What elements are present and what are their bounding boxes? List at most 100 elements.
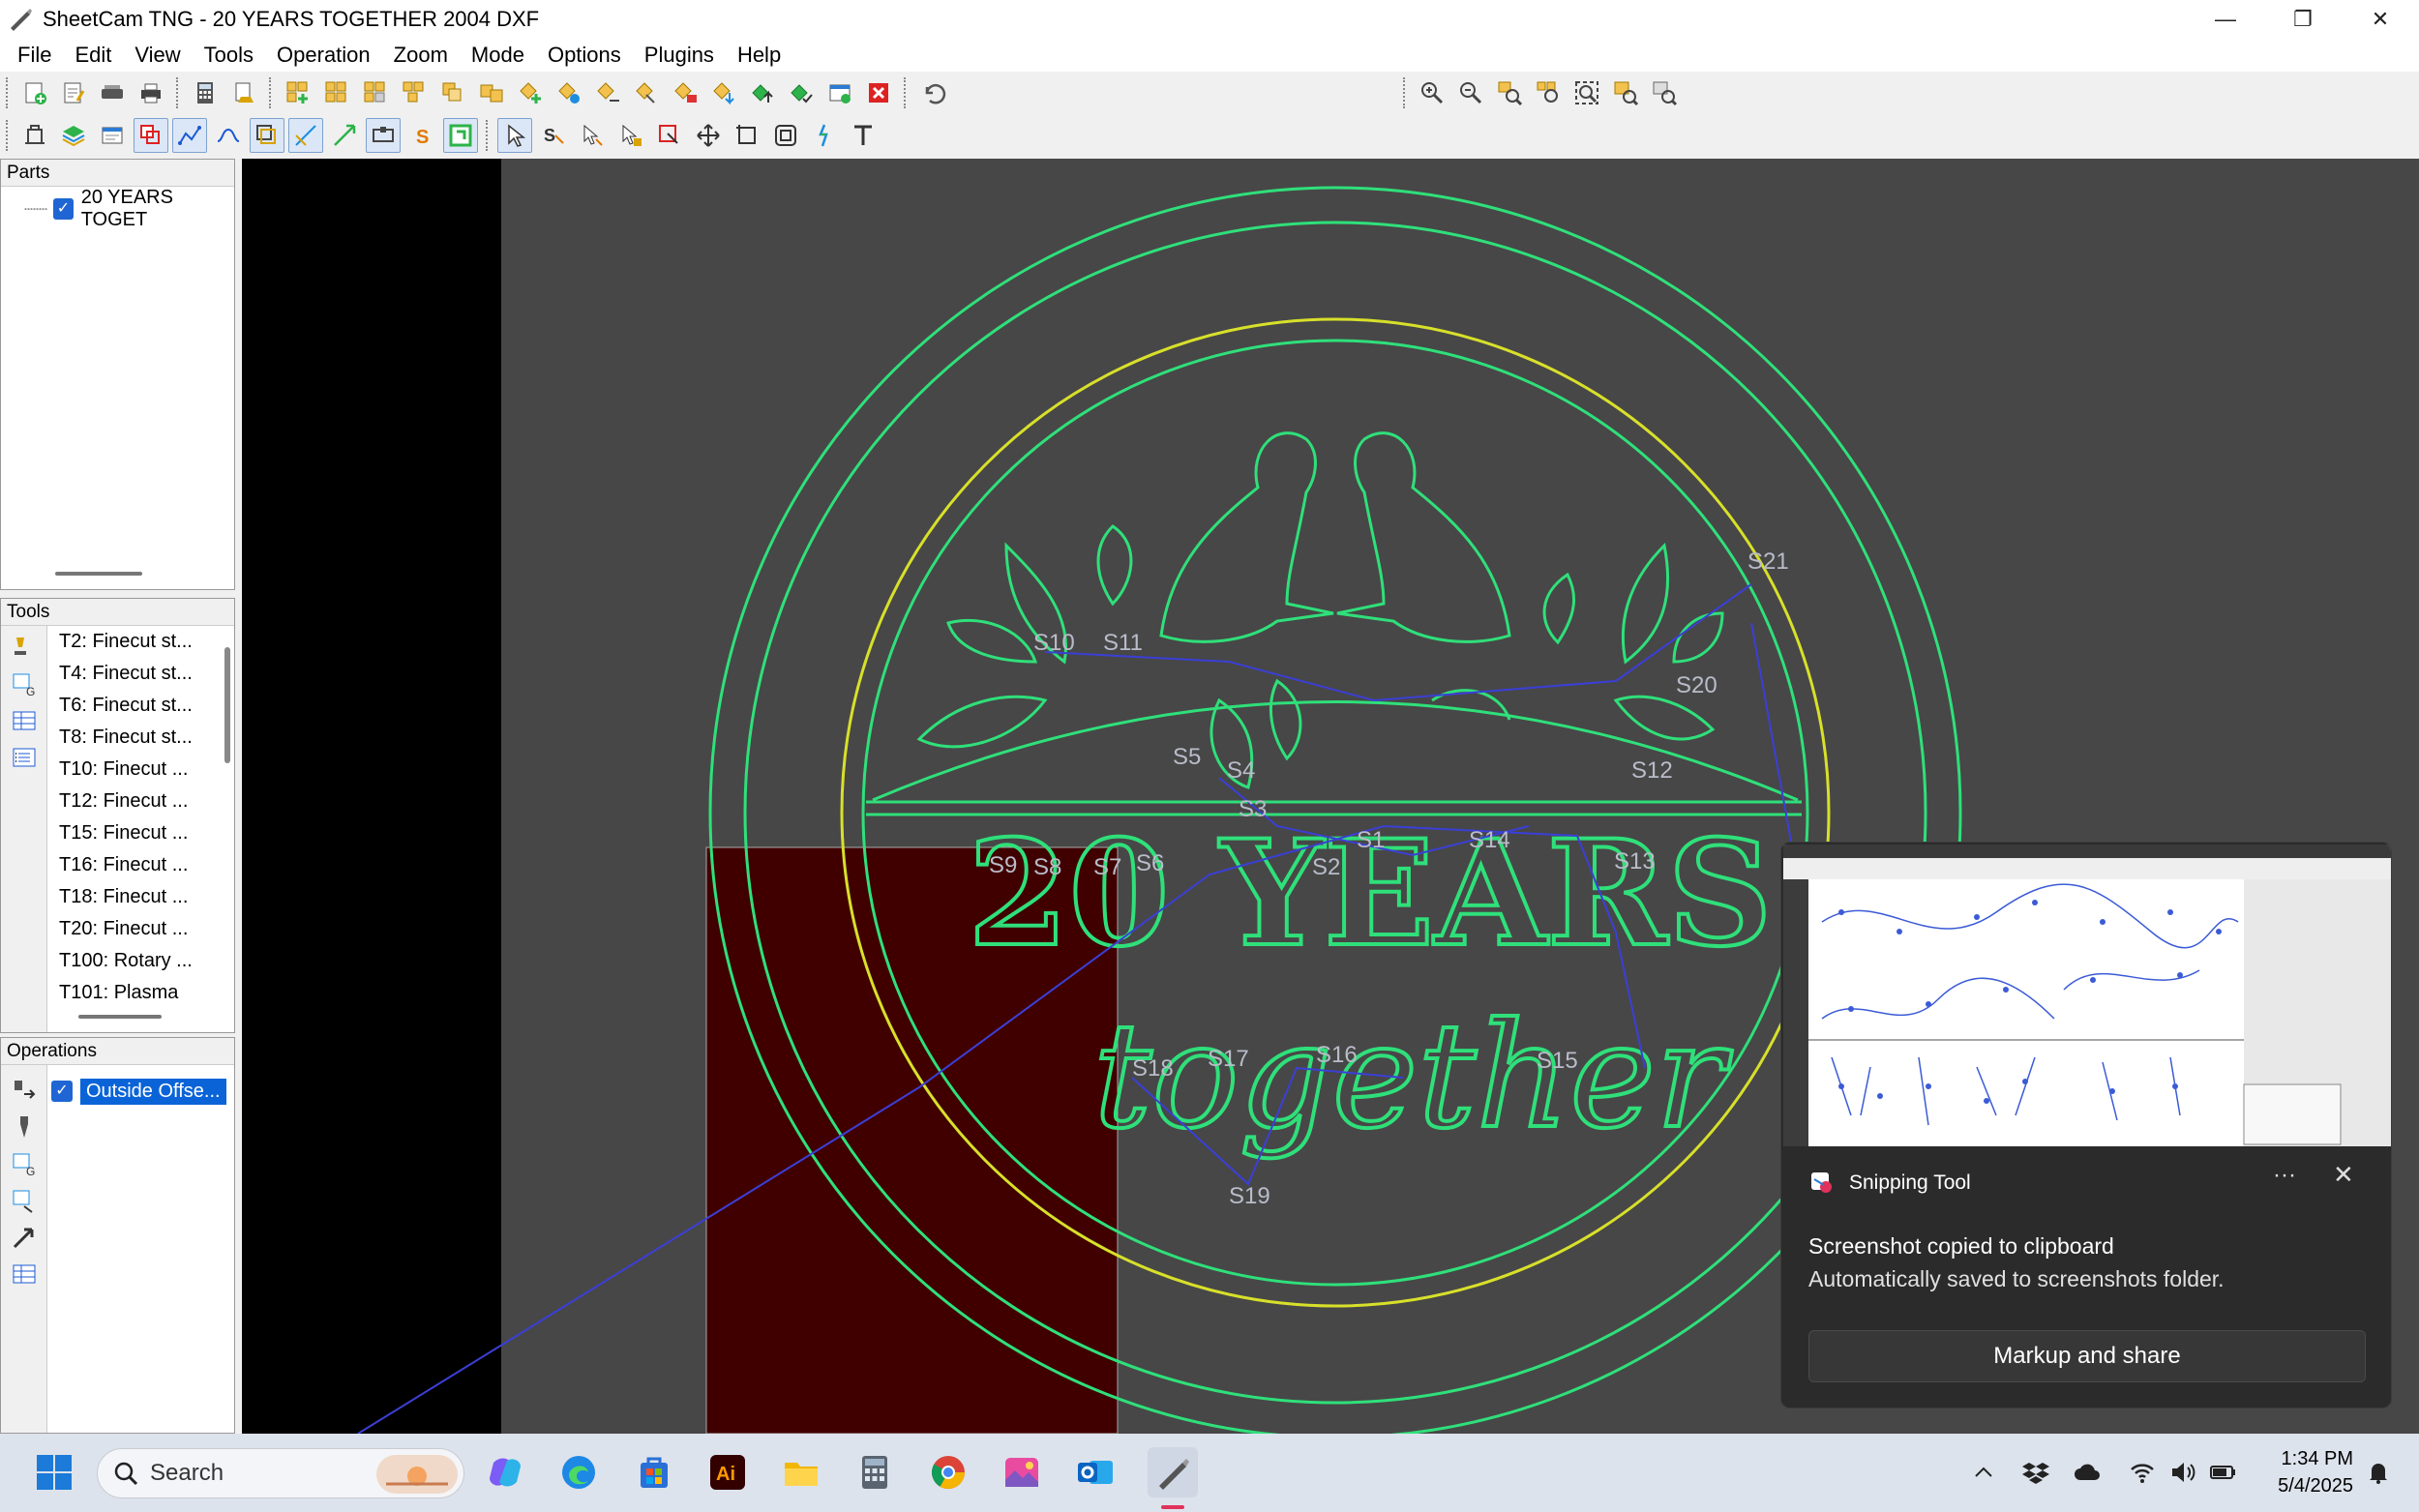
zoom-window-icon[interactable] bbox=[1492, 75, 1527, 110]
notification-close-icon[interactable]: ✕ bbox=[2333, 1160, 2354, 1190]
operation-tabs-icon[interactable] bbox=[668, 75, 702, 110]
toolbar-grip[interactable] bbox=[904, 77, 908, 108]
rotate-mode-icon[interactable] bbox=[730, 118, 764, 153]
menu-edit[interactable]: Edit bbox=[63, 39, 123, 72]
menu-plugins[interactable]: Plugins bbox=[633, 39, 726, 72]
tool-item[interactable]: T100: Rotary ... bbox=[49, 945, 219, 977]
array-parts-icon[interactable] bbox=[397, 75, 432, 110]
toolbar-grip[interactable] bbox=[176, 77, 180, 108]
operation-table-icon[interactable] bbox=[9, 1259, 40, 1290]
scale-mode-icon[interactable] bbox=[768, 118, 803, 153]
zoom-parts-icon[interactable] bbox=[1531, 75, 1566, 110]
menu-operation[interactable]: Operation bbox=[265, 39, 382, 72]
sheetcam-taskbar-icon[interactable] bbox=[1148, 1447, 1198, 1497]
operation-arrow-icon[interactable] bbox=[9, 1222, 40, 1253]
scanner-icon[interactable] bbox=[95, 75, 130, 110]
tool-item[interactable]: T18: Finecut ... bbox=[49, 881, 219, 913]
photos-icon[interactable] bbox=[997, 1447, 1047, 1497]
operation-gcode-icon[interactable]: G bbox=[9, 1148, 40, 1179]
operation-up-icon[interactable] bbox=[745, 75, 780, 110]
operation-checkbox[interactable]: ✓ bbox=[51, 1081, 73, 1102]
tool-item[interactable]: T20: Finecut ... bbox=[49, 913, 219, 945]
lead-mode-icon[interactable] bbox=[575, 118, 610, 153]
operation-item[interactable]: ✓ Outside Offse... bbox=[51, 1077, 234, 1106]
screenshot-thumbnail[interactable] bbox=[1783, 845, 2391, 1146]
tool-item[interactable]: T4: Finecut st... bbox=[49, 658, 219, 690]
zoom-operation-icon[interactable] bbox=[1647, 75, 1682, 110]
tool-item[interactable]: T6: Finecut st... bbox=[49, 690, 219, 722]
taskbar-search[interactable]: Search bbox=[97, 1448, 464, 1498]
toolbar-grip[interactable] bbox=[1403, 77, 1407, 108]
operation-export-icon[interactable] bbox=[9, 1185, 40, 1216]
new-job-icon[interactable] bbox=[17, 75, 52, 110]
tools-hscroll[interactable] bbox=[78, 1015, 162, 1019]
edit-operation-icon[interactable] bbox=[552, 75, 586, 110]
menu-view[interactable]: View bbox=[123, 39, 192, 72]
part-options-icon[interactable] bbox=[435, 75, 470, 110]
tools-vscroll[interactable] bbox=[224, 647, 230, 763]
show-tabs-icon[interactable] bbox=[366, 118, 401, 153]
menu-help[interactable]: Help bbox=[726, 39, 792, 72]
chrome-icon[interactable] bbox=[923, 1447, 973, 1497]
tool-item[interactable]: T2: Finecut st... bbox=[49, 626, 219, 658]
tool-gcode-icon[interactable]: G bbox=[9, 668, 40, 699]
chevron-up-icon[interactable] bbox=[1966, 1455, 2001, 1490]
show-stock-icon[interactable] bbox=[443, 118, 478, 153]
dropbox-icon[interactable] bbox=[2018, 1455, 2053, 1490]
show-start-points-icon[interactable]: S bbox=[404, 118, 439, 153]
open-job-icon[interactable] bbox=[56, 75, 91, 110]
print-icon[interactable] bbox=[134, 75, 168, 110]
new-tool-icon[interactable] bbox=[9, 632, 40, 663]
calculator-icon[interactable] bbox=[188, 75, 223, 110]
select-mode-icon[interactable] bbox=[497, 118, 532, 153]
layers-icon[interactable] bbox=[56, 118, 91, 153]
show-parts-icon[interactable] bbox=[134, 118, 168, 153]
tool-table-icon[interactable] bbox=[9, 705, 40, 736]
sort-mode-icon[interactable] bbox=[652, 118, 687, 153]
show-rapids-icon[interactable] bbox=[211, 118, 246, 153]
wifi-icon[interactable] bbox=[2125, 1455, 2160, 1490]
store-icon[interactable] bbox=[629, 1447, 679, 1497]
tool-item[interactable]: T8: Finecut st... bbox=[49, 722, 219, 754]
tool-item[interactable]: T16: Finecut ... bbox=[49, 849, 219, 881]
toolbar-grip[interactable] bbox=[6, 77, 10, 108]
battery-icon[interactable] bbox=[2206, 1455, 2241, 1490]
show-offsets-icon[interactable] bbox=[250, 118, 284, 153]
window-list-icon[interactable] bbox=[95, 118, 130, 153]
nest-parts-icon[interactable] bbox=[358, 75, 393, 110]
move-operation-icon[interactable] bbox=[590, 75, 625, 110]
tool-list-icon[interactable] bbox=[9, 742, 40, 773]
cloud-icon[interactable] bbox=[2071, 1455, 2105, 1490]
machine-icon[interactable] bbox=[17, 118, 52, 153]
show-paths-icon[interactable] bbox=[172, 118, 207, 153]
tool-item[interactable]: T15: Finecut ... bbox=[49, 817, 219, 849]
copilot-icon[interactable] bbox=[480, 1447, 530, 1497]
minimize-button[interactable]: — bbox=[2187, 0, 2264, 39]
taskbar-clock[interactable]: 1:34 PM 5/4/2025 bbox=[2251, 1445, 2353, 1499]
snipping-tool-notification[interactable]: Snipping Tool ··· ✕ Screenshot copied to… bbox=[1780, 842, 2392, 1408]
close-button[interactable]: ✕ bbox=[2342, 0, 2419, 39]
delete-icon[interactable] bbox=[861, 75, 896, 110]
toolbar-grip[interactable] bbox=[486, 120, 490, 151]
tool-item[interactable]: T101: Plasma bbox=[49, 977, 219, 1003]
add-operation-icon[interactable] bbox=[513, 75, 548, 110]
edge-icon[interactable] bbox=[553, 1447, 604, 1497]
file-explorer-icon[interactable] bbox=[776, 1447, 826, 1497]
zoom-selected-icon[interactable] bbox=[1608, 75, 1643, 110]
start-icon[interactable] bbox=[29, 1447, 79, 1497]
tool-item[interactable]: T12: Finecut ... bbox=[49, 786, 219, 817]
tool-item[interactable]: T10: Finecut ... bbox=[49, 754, 219, 786]
add-part-icon[interactable] bbox=[281, 75, 315, 110]
zoom-out-icon[interactable] bbox=[1453, 75, 1488, 110]
undo-icon[interactable] bbox=[915, 75, 950, 110]
part-checkbox[interactable]: ✓ bbox=[53, 198, 74, 220]
zoom-in-icon[interactable] bbox=[1415, 75, 1449, 110]
menu-zoom[interactable]: Zoom bbox=[382, 39, 460, 72]
toolbar-grip[interactable] bbox=[6, 120, 10, 151]
menu-mode[interactable]: Mode bbox=[460, 39, 536, 72]
start-point-mode-icon[interactable]: S bbox=[536, 118, 571, 153]
post-process-icon[interactable] bbox=[226, 75, 261, 110]
parts-hscroll[interactable] bbox=[55, 572, 142, 576]
illustrator-icon[interactable]: Ai bbox=[702, 1447, 753, 1497]
outlook-icon[interactable] bbox=[1070, 1447, 1120, 1497]
